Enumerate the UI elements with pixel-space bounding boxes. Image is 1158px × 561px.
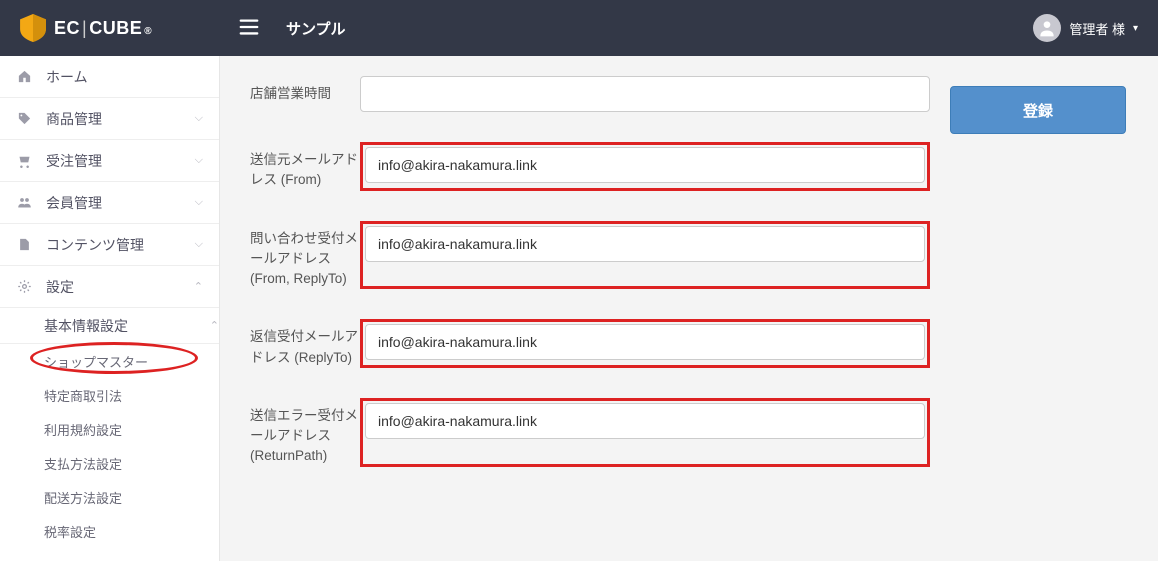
page-title: サンプル — [286, 18, 346, 39]
sidebar-item-label: 設定 — [46, 277, 194, 297]
sidebar: ホーム商品管理⌵受注管理⌵会員管理⌵コンテンツ管理⌵設定⌃基本情報設定⌃ショップ… — [0, 56, 220, 561]
sidebar-item-label: 会員管理 — [46, 193, 195, 213]
chevron-down-icon: ⌵ — [195, 112, 203, 125]
sidebar-item-label: ホーム — [46, 67, 203, 87]
cart-icon — [16, 153, 32, 169]
sidebar-sub2-item[interactable]: 税率設定 — [0, 514, 219, 548]
user-menu[interactable]: 管理者 様 ▾ — [1033, 14, 1138, 42]
sidebar-item-label: 受注管理 — [46, 151, 195, 171]
gear-icon — [16, 279, 32, 295]
sidebar-sub2-item[interactable]: ショップマスター — [0, 344, 219, 378]
shield-icon — [20, 14, 46, 42]
form-label: 店舗営業時間 — [250, 76, 360, 112]
logo[interactable]: EC|CUBE® — [0, 0, 220, 56]
users-icon — [16, 195, 32, 211]
form-row: 店舗営業時間 — [250, 76, 930, 112]
form-row: 送信エラー受付メールアドレス (ReturnPath) — [250, 398, 930, 467]
chevron-down-icon: ▾ — [1133, 23, 1138, 34]
form-field — [360, 221, 930, 290]
sidebar-item-file[interactable]: コンテンツ管理⌵ — [0, 224, 219, 266]
chevron-down-icon: ⌵ — [195, 196, 203, 209]
form-area: 店舗営業時間送信元メールアドレス (From) 問い合わせ受付メールアドレス (F… — [250, 76, 930, 561]
right-panel: 登録 — [950, 76, 1146, 561]
text-input[interactable] — [365, 226, 925, 262]
main-content: 店舗営業時間送信元メールアドレス (From) 問い合わせ受付メールアドレス (F… — [220, 56, 1158, 561]
sidebar-subitem-basic-settings[interactable]: 基本情報設定⌃ — [0, 308, 219, 344]
form-label: 問い合わせ受付メールアドレス (From, ReplyTo) — [250, 221, 360, 290]
form-field — [360, 319, 930, 368]
sidebar-item-label: 利用規約設定 — [44, 420, 122, 439]
avatar-icon — [1033, 14, 1061, 42]
form-field — [360, 76, 930, 112]
chevron-down-icon: ⌵ — [195, 154, 203, 167]
file-icon — [16, 237, 32, 253]
sidebar-item-label: 税率設定 — [44, 522, 96, 541]
chevron-up-icon: ⌃ — [210, 319, 219, 332]
sidebar-sub2-item[interactable]: 特定商取引法 — [0, 378, 219, 412]
text-input[interactable] — [360, 76, 930, 112]
sidebar-item-label: 配送方法設定 — [44, 488, 122, 507]
sidebar-item-label: 特定商取引法 — [44, 386, 122, 405]
logo-text: EC|CUBE® — [54, 18, 152, 39]
sidebar-item-label: 商品管理 — [46, 109, 195, 129]
sidebar-sub2-item[interactable]: 支払方法設定 — [0, 446, 219, 480]
text-input[interactable] — [365, 403, 925, 439]
sidebar-item-label: 支払方法設定 — [44, 454, 122, 473]
form-row: 送信元メールアドレス (From) — [250, 142, 930, 191]
tag-icon — [16, 111, 32, 127]
form-row: 返信受付メールアドレス (ReplyTo) — [250, 319, 930, 368]
save-button[interactable]: 登録 — [950, 86, 1126, 134]
sidebar-item-label: コンテンツ管理 — [46, 235, 195, 255]
sidebar-item-label: 基本情報設定 — [44, 316, 210, 336]
form-field — [360, 398, 930, 467]
form-label: 返信受付メールアドレス (ReplyTo) — [250, 319, 360, 368]
sidebar-item-home[interactable]: ホーム — [0, 56, 219, 98]
sidebar-item-cart[interactable]: 受注管理⌵ — [0, 140, 219, 182]
chevron-down-icon: ⌵ — [195, 238, 203, 251]
form-label: 送信元メールアドレス (From) — [250, 142, 360, 191]
text-input[interactable] — [365, 324, 925, 360]
header: EC|CUBE® サンプル 管理者 様 ▾ — [0, 0, 1158, 56]
sidebar-sub2-item[interactable]: 配送方法設定 — [0, 480, 219, 514]
home-icon — [16, 69, 32, 85]
sidebar-item-gear[interactable]: 設定⌃ — [0, 266, 219, 308]
form-row: 問い合わせ受付メールアドレス (From, ReplyTo) — [250, 221, 930, 290]
hamburger-icon[interactable] — [238, 16, 262, 40]
sidebar-sub2-item[interactable]: 利用規約設定 — [0, 412, 219, 446]
form-field — [360, 142, 930, 191]
chevron-up-icon: ⌃ — [194, 280, 203, 293]
sidebar-item-tag[interactable]: 商品管理⌵ — [0, 98, 219, 140]
sidebar-item-label: ショップマスター — [44, 352, 148, 371]
text-input[interactable] — [365, 147, 925, 183]
form-label: 送信エラー受付メールアドレス (ReturnPath) — [250, 398, 360, 467]
user-name: 管理者 様 — [1069, 19, 1125, 38]
sidebar-item-users[interactable]: 会員管理⌵ — [0, 182, 219, 224]
